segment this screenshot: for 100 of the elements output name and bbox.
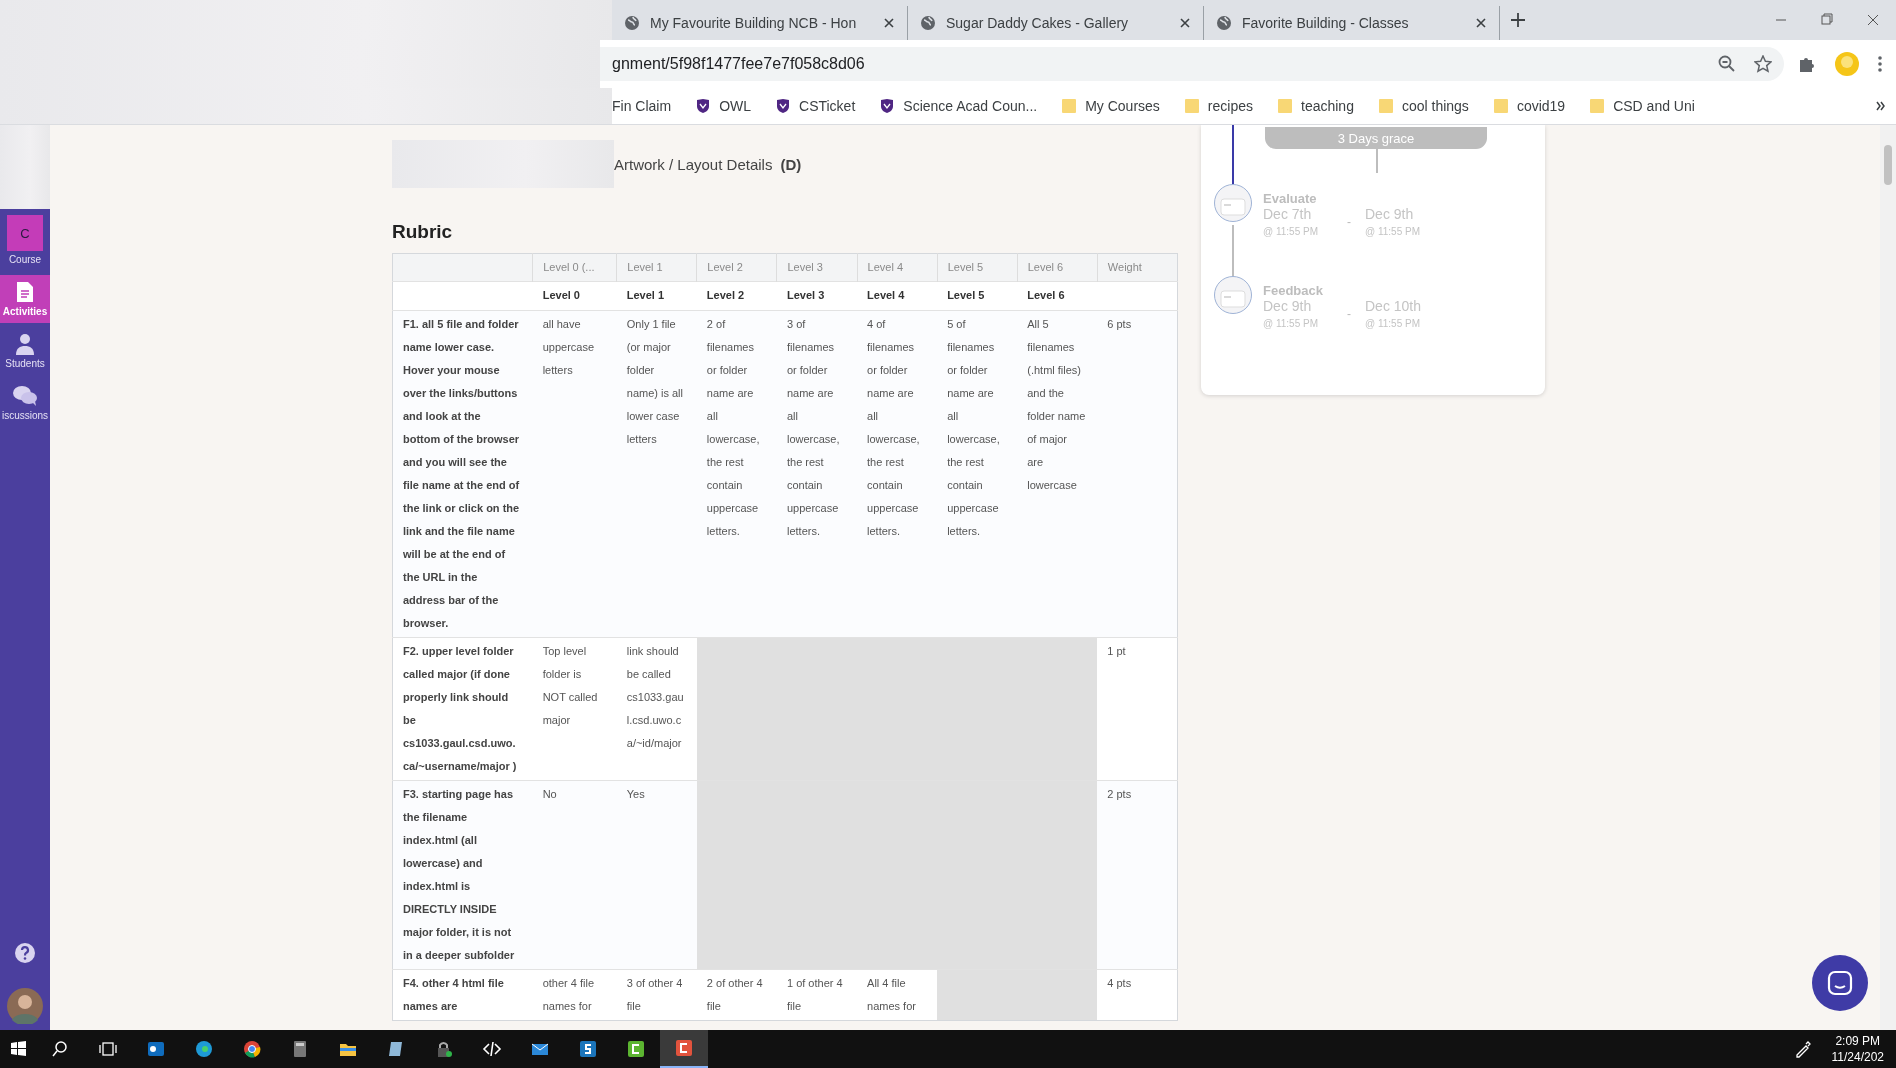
close-icon[interactable]	[1179, 17, 1191, 29]
shield-icon	[695, 98, 712, 114]
windows-icon[interactable]	[8, 1040, 28, 1058]
puzzle-icon[interactable]	[1798, 55, 1816, 73]
level-label: Level 0	[542, 289, 580, 301]
end-date: Dec 9th	[1365, 206, 1415, 222]
new-tab-icon[interactable]	[1510, 12, 1526, 28]
end-time: @ 11:55 PM	[1365, 318, 1421, 329]
mail-app-icon[interactable]	[146, 1040, 166, 1058]
start-date: Dec 7th	[1263, 206, 1313, 222]
table-cell: 3 of other 4 file	[616, 969, 697, 1021]
bookmark[interactable]: Science Acad Coun...	[879, 98, 1038, 114]
bookmark[interactable]: CSD and Uni	[1589, 98, 1695, 114]
folder-icon	[1589, 98, 1606, 114]
bookmark[interactable]: teaching	[1277, 98, 1354, 114]
bookmark[interactable]: recipes	[1183, 98, 1253, 114]
sidebar-item[interactable]: Activities	[0, 275, 50, 323]
globe-icon	[920, 15, 936, 31]
star-icon[interactable]	[1754, 55, 1772, 73]
folder-icon	[1492, 98, 1509, 114]
bookmark[interactable]: My Courses	[1061, 98, 1160, 114]
table-cell: Yes	[616, 780, 697, 970]
shield-icon	[879, 98, 896, 114]
criterion-cell: F4. other 4 html file names are	[392, 969, 533, 1021]
table-cell: 3 of filenames or folder name are all lowercase, the rest contain uppercase letters.	[776, 310, 858, 638]
table-cell: All 5 filenames (.html files) and the folder name of major are lowercase	[1017, 310, 1098, 638]
address-bar[interactable]: gnment/5f98f1477fee7e7f058c8d06	[600, 47, 1784, 81]
folder-icon	[1377, 98, 1394, 114]
pen-icon[interactable]	[1793, 1040, 1812, 1058]
bookmark[interactable]: covid19	[1492, 98, 1566, 114]
avatar[interactable]	[7, 988, 43, 1024]
bookmark[interactable]: CSTicket	[775, 98, 856, 114]
section-code: (D)	[780, 155, 802, 173]
step-title: Evaluate	[1263, 191, 1318, 206]
document-icon	[16, 281, 34, 303]
sidebar-item[interactable]: C Course	[0, 209, 50, 271]
date-separator: -	[1347, 214, 1351, 229]
sidebar-item[interactable]: iscussions	[0, 379, 50, 427]
end-date: Dec 10th	[1365, 298, 1423, 314]
table-cell: 5 of filenames or folder name are all lowercase, the rest contain uppercase letters.	[937, 310, 1018, 638]
search-icon[interactable]	[50, 1040, 70, 1058]
weight-cell: 6 pts	[1097, 310, 1178, 638]
end-time: @ 11:55 PM	[1365, 226, 1421, 237]
table-cell: 1 of other 4 file	[776, 969, 858, 1021]
level-label: Level 5	[947, 289, 985, 301]
criterion-cell: F3. starting page has the filename index.html (all lowercase) and index.html is DIRECTLY INSIDE major folder, it is not in a deeper subfolder	[392, 780, 533, 970]
table-cell: Only 1 file (or major folder name) is all lower case letters	[616, 310, 697, 638]
bookmark[interactable]: cool things	[1377, 98, 1469, 114]
criterion-cell: F2. upper level folder called major (if done properly link should be cs1033.gaul.csd.uwo.ca/~username/major )	[392, 637, 533, 781]
weight-cell: 4 pts	[1097, 969, 1178, 1021]
section-title: Artwork / Layout Details	[614, 155, 773, 173]
table-cell: all have uppercase letters	[532, 310, 617, 638]
criterion-cell: F1. all 5 file and folder name lower case. Hover your mouse over the links/buttons and look at the bottom of the browser and you will see the file name at the end of the link or click on the link and the file name will be at the end of the URL in the address bar of the browser.	[392, 310, 533, 638]
person-icon	[14, 333, 36, 355]
table-cell: link should be called cs1033.gaul.csd.uwo.ca/~id/major	[616, 637, 697, 781]
more-icon[interactable]	[1878, 56, 1882, 72]
folder-icon	[1277, 98, 1293, 114]
level-label: Level 6	[1027, 289, 1065, 301]
globe-icon	[1216, 15, 1232, 31]
table-cell: No	[532, 780, 617, 970]
browser-icon[interactable]	[242, 1040, 262, 1058]
step-icon	[1213, 275, 1253, 315]
zoom-out-icon[interactable]	[1718, 55, 1736, 73]
app-icon[interactable]	[578, 1040, 598, 1058]
level-label: Level 1	[626, 289, 665, 301]
bookmark[interactable]: Fin Claim	[612, 98, 672, 114]
bookmark[interactable]: OWL	[695, 98, 751, 114]
chevron-icon[interactable]	[1876, 101, 1886, 111]
scrollbar[interactable]	[1880, 125, 1896, 1030]
sidebar-item[interactable]: Students	[0, 327, 50, 375]
table-cell: All 4 file names for	[857, 969, 938, 1021]
globe-icon	[624, 15, 640, 31]
app-icon[interactable]	[626, 1040, 646, 1058]
level-label: Level 2	[706, 289, 745, 301]
close-icon[interactable]	[883, 17, 895, 29]
table-cell: other 4 file names for	[532, 969, 617, 1021]
task-view-icon[interactable]	[98, 1040, 118, 1058]
chat-icon	[1827, 970, 1853, 996]
course-badge: C	[7, 215, 43, 251]
help-icon[interactable]	[14, 942, 36, 964]
step-title: Feedback	[1263, 283, 1324, 298]
chat-icon	[12, 385, 38, 407]
folder-icon	[1183, 98, 1200, 114]
chat-button[interactable]	[1812, 955, 1868, 1011]
shield-icon	[775, 98, 791, 114]
rubric-title: Rubric	[392, 221, 454, 243]
weight-cell: 1 pt	[1097, 637, 1178, 781]
clock-date: 11/24/202	[1831, 1049, 1884, 1065]
level-label: Level 3	[786, 289, 825, 301]
date-separator: -	[1347, 306, 1351, 321]
close-icon[interactable]	[1475, 17, 1487, 29]
table-cell: 2 of other 4 file	[696, 969, 777, 1021]
step-icon	[1213, 183, 1253, 223]
browser-icon[interactable]	[194, 1040, 214, 1058]
start-date: Dec 9th	[1263, 298, 1313, 314]
code-icon[interactable]	[482, 1040, 502, 1058]
app-icon[interactable]	[674, 1039, 694, 1057]
clock-time: 2:09 PM	[1835, 1033, 1881, 1049]
start-time: @ 11:55 PM	[1263, 226, 1319, 237]
table-cell: 4 of filenames or folder name are all lowercase, the rest contain uppercase letters.	[857, 310, 938, 638]
